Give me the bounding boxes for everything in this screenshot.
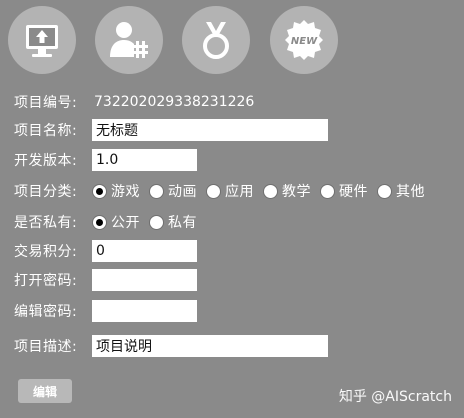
radio-button[interactable] — [149, 183, 164, 199]
radio-button[interactable] — [149, 214, 164, 230]
project-name-input[interactable]: 无标题 — [92, 119, 328, 141]
version-row: 开发版本: 1.0 — [14, 148, 197, 172]
new-button[interactable]: NEW — [270, 6, 338, 74]
radio-button[interactable] — [320, 183, 335, 199]
category-option-app[interactable]: 应用 — [206, 181, 254, 201]
radio-button[interactable] — [206, 183, 221, 199]
project-name-row: 项目名称: 无标题 — [14, 118, 328, 142]
edit-button[interactable]: 编辑 — [18, 379, 72, 403]
project-id-row: 项目编号: 732202029338231226 — [14, 90, 254, 114]
visibility-row: 是否私有: 公开 私有 — [14, 210, 206, 234]
version-input[interactable]: 1.0 — [92, 149, 197, 171]
visibility-option-private[interactable]: 私有 — [149, 212, 197, 232]
category-label: 项目分类: — [14, 184, 78, 200]
upload-monitor-icon — [26, 25, 58, 57]
svg-text:NEW: NEW — [291, 36, 318, 47]
user-id-button[interactable] — [95, 6, 163, 74]
open-password-row: 打开密码: — [14, 268, 197, 292]
radio-button-selected[interactable] — [92, 214, 107, 230]
upload-monitor-button[interactable] — [8, 6, 76, 74]
radio-label: 私有 — [168, 215, 197, 231]
visibility-radio-group: 公开 私有 — [92, 212, 206, 232]
radio-label: 公开 — [111, 215, 140, 231]
user-hashtag-icon — [110, 22, 148, 58]
radio-button[interactable] — [263, 183, 278, 199]
visibility-option-public[interactable]: 公开 — [92, 212, 140, 232]
radio-label: 动画 — [168, 184, 197, 200]
radio-label: 硬件 — [339, 184, 368, 200]
new-badge-icon: NEW — [285, 20, 323, 60]
version-label: 开发版本: — [14, 153, 78, 169]
points-label: 交易积分: — [14, 244, 78, 260]
radio-button-selected[interactable] — [92, 183, 107, 199]
edit-password-label: 编辑密码: — [14, 304, 78, 320]
edit-password-row: 编辑密码: — [14, 299, 197, 323]
radio-label: 其他 — [396, 184, 425, 200]
radio-button[interactable] — [377, 183, 392, 199]
project-id-label: 项目编号: — [14, 95, 78, 111]
points-input[interactable]: 0 — [92, 240, 197, 262]
medal-icon — [203, 22, 229, 59]
category-option-animation[interactable]: 动画 — [149, 181, 197, 201]
icon-toolbar: NEW — [0, 0, 464, 82]
category-row: 项目分类: 游戏 动画 应用 教学 硬件 其他 — [14, 179, 425, 203]
category-option-other[interactable]: 其他 — [377, 181, 425, 201]
project-id-value: 732202029338231226 — [94, 94, 255, 110]
description-row: 项目描述: 项目说明 — [14, 334, 328, 358]
radio-label: 游戏 — [111, 184, 140, 200]
watermark-text: 知乎 @AIScratch — [338, 389, 452, 405]
open-password-input[interactable] — [92, 269, 197, 291]
project-name-label: 项目名称: — [14, 123, 78, 139]
medal-button[interactable] — [182, 6, 250, 74]
category-option-teaching[interactable]: 教学 — [263, 181, 311, 201]
category-option-game[interactable]: 游戏 — [92, 181, 140, 201]
visibility-label: 是否私有: — [14, 215, 78, 231]
points-row: 交易积分: 0 — [14, 239, 197, 263]
open-password-label: 打开密码: — [14, 273, 78, 289]
category-radio-group: 游戏 动画 应用 教学 硬件 其他 — [92, 181, 425, 201]
description-label: 项目描述: — [14, 339, 78, 355]
description-input[interactable]: 项目说明 — [92, 335, 328, 357]
radio-label: 教学 — [282, 184, 311, 200]
edit-password-input[interactable] — [92, 300, 197, 322]
category-option-hardware[interactable]: 硬件 — [320, 181, 368, 201]
radio-label: 应用 — [225, 184, 254, 200]
